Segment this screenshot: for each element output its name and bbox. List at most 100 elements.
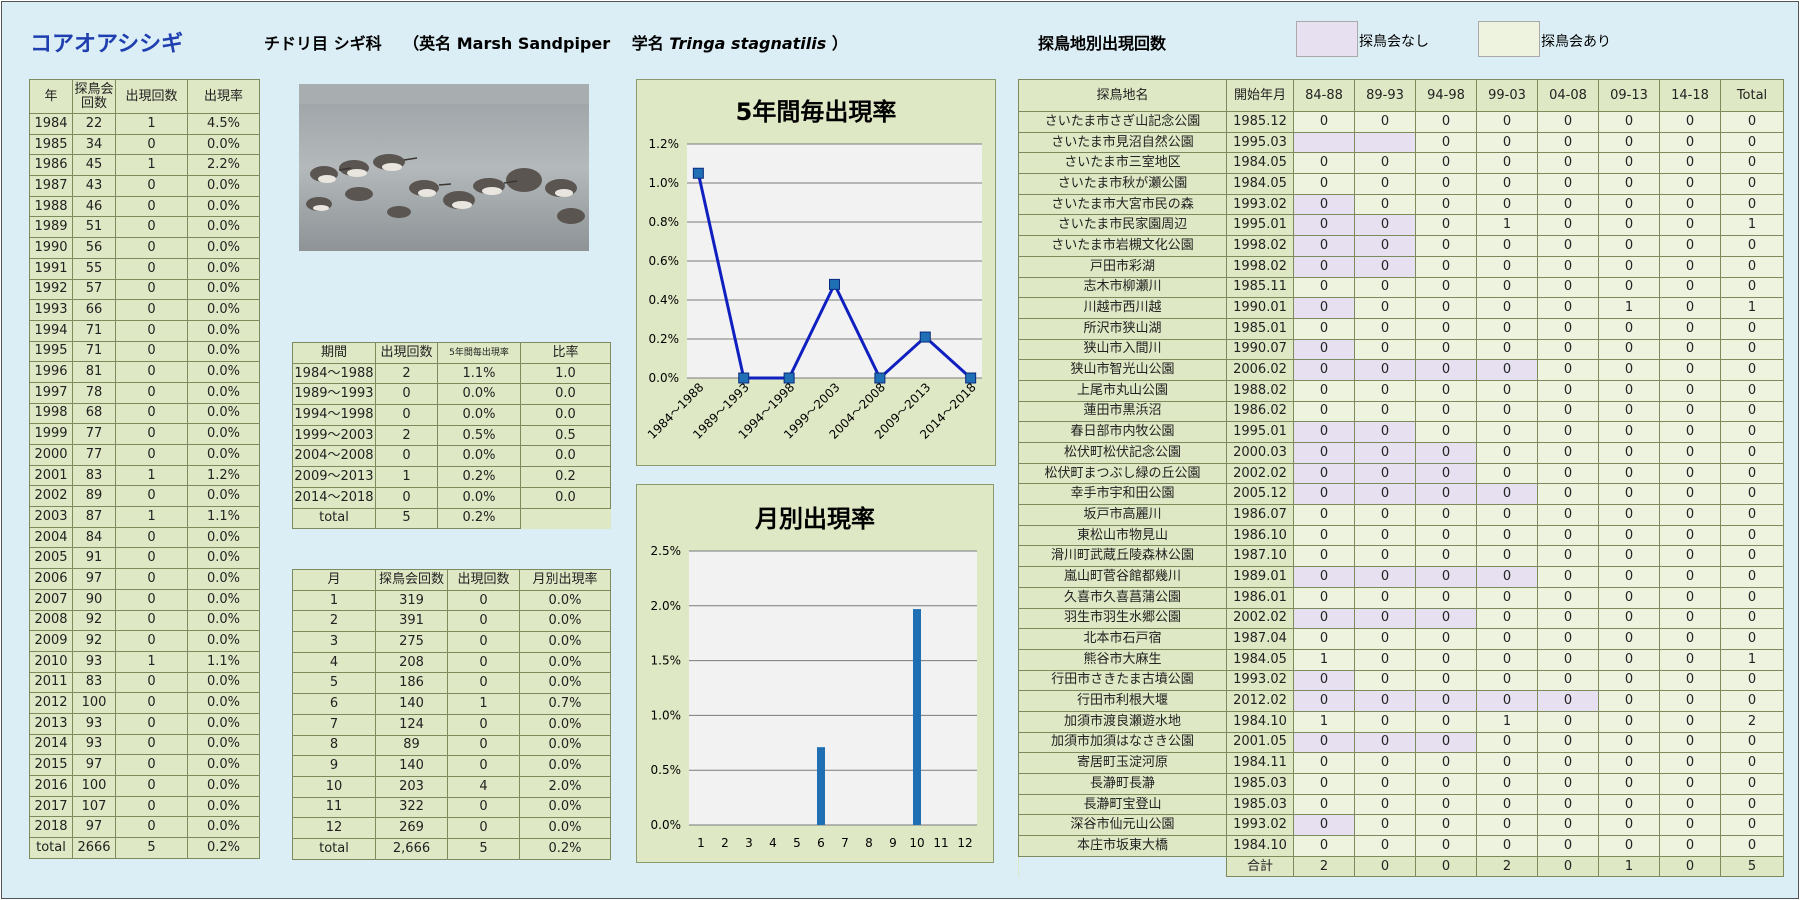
location-count: 0 [1476, 752, 1538, 774]
yearly-cell: 0.0% [187, 712, 260, 735]
yearly-cell: 0 [115, 423, 188, 445]
location-count: 0 [1598, 814, 1660, 837]
monthly-cell: 319 [375, 589, 448, 612]
yearly-cell: 66 [72, 299, 116, 321]
yearly-cell: 0.0% [187, 340, 260, 363]
legend-swatch-event [1478, 21, 1540, 57]
monthly-cell: 0.0% [519, 713, 611, 736]
location-count: 0 [1720, 131, 1784, 154]
location-count: 0 [1415, 648, 1477, 671]
yearly-cell: 57 [72, 278, 116, 301]
location-count: 0 [1659, 524, 1721, 547]
yearly-cell: 1999 [29, 423, 73, 445]
location-total-cell: 5 [1720, 855, 1784, 878]
location-count: 0 [1537, 793, 1599, 816]
yearly-cell: 1 [115, 506, 188, 528]
location-count: 0 [1598, 483, 1660, 506]
location-name: さいたま市大宮市民の森 [1018, 193, 1227, 216]
location-count: 0 [1293, 483, 1355, 506]
location-row: 上尾市丸山公園 1988.02 0 0 0 0 0 0 0 0 [1018, 379, 1784, 402]
yearly-cell: 0.0% [187, 754, 260, 776]
monthly-cell: total [292, 837, 376, 860]
yearly-cell: 46 [72, 195, 116, 218]
location-count: 0 [1537, 690, 1599, 712]
yearly-cell: 100 [72, 775, 116, 797]
yearly-cell: 0.0% [187, 775, 260, 797]
period-cell: 0.0% [437, 404, 521, 426]
location-row: 川越市西川越 1990.01 0 0 0 0 0 1 0 1 [1018, 297, 1784, 319]
location-count: 0 [1476, 628, 1538, 650]
yearly-cell: 0.0% [187, 733, 260, 756]
yearly-cell: 0 [115, 133, 188, 156]
location-count: 0 [1537, 814, 1599, 837]
yearly-cell: total [29, 837, 73, 859]
yearly-cell: 1.2% [187, 464, 260, 487]
location-count: 0 [1659, 628, 1721, 650]
yearly-row: 1985 34 0 0.0% [29, 133, 260, 156]
yearly-cell: 0 [115, 195, 188, 218]
period-cell: 0.2% [437, 466, 521, 488]
yearly-cell: 45 [72, 154, 116, 177]
location-count: 0 [1598, 793, 1660, 816]
monthly-cell: 0.0% [519, 734, 611, 757]
location-count: 0 [1354, 152, 1416, 175]
location-name: さいたま市秋が瀬公園 [1018, 173, 1227, 195]
y-tick-label: 1.0% [649, 176, 680, 190]
location-count: 1 [1293, 710, 1355, 733]
location-row: 加須市渡良瀬遊水地 1984.10 1 0 0 1 0 0 0 2 [1018, 710, 1784, 733]
location-count: 0 [1476, 773, 1538, 795]
location-count: 0 [1659, 483, 1721, 506]
y-tick-label: 2.0% [651, 599, 682, 613]
yearly-cell: 0 [115, 319, 188, 342]
period-row: 2009～2013 1 0.2% 0.2 [292, 466, 611, 488]
yearly-cell: 100 [72, 692, 116, 714]
order-family: チドリ目 シギ科 [264, 34, 382, 53]
location-name: 深谷市仙元山公園 [1018, 814, 1227, 837]
location-count: 0 [1598, 607, 1660, 630]
location-count: 0 [1537, 483, 1599, 506]
period-total-row: total 5 0.2% [292, 507, 611, 530]
monthly-row: 11 322 0 0.0% [292, 796, 611, 819]
location-header-cell: 84-88 [1293, 79, 1355, 112]
location-name: 狭山市入間川 [1018, 338, 1227, 361]
monthly-cell: 4 [447, 775, 520, 798]
location-count: 0 [1720, 442, 1784, 464]
location-count: 0 [1720, 814, 1784, 837]
location-start: 1986.10 [1226, 524, 1294, 547]
location-count: 0 [1720, 773, 1784, 795]
location-count: 0 [1598, 773, 1660, 795]
location-count: 0 [1476, 566, 1538, 588]
location-count: 0 [1598, 131, 1660, 154]
location-start: 1985.11 [1226, 276, 1294, 299]
location-name: さいたま市岩槻文化公園 [1018, 235, 1227, 257]
location-header-cell: 14-18 [1659, 79, 1721, 112]
location-count: 0 [1293, 524, 1355, 547]
location-count: 0 [1415, 152, 1477, 175]
location-row: 寄居町玉淀河原 1984.11 0 0 0 0 0 0 0 0 [1018, 752, 1784, 774]
location-count: 0 [1720, 276, 1784, 299]
monthly-cell: 0.0% [519, 651, 611, 674]
location-row: 蓮田市黒浜沼 1986.02 0 0 0 0 0 0 0 0 [1018, 400, 1784, 423]
location-count: 0 [1476, 793, 1538, 816]
yearly-cell: 5 [115, 837, 188, 859]
location-count: 0 [1415, 111, 1477, 133]
yearly-cell: 1 [115, 154, 188, 177]
english-name: （英名 Marsh Sandpiper [403, 34, 611, 53]
location-count: 0 [1659, 566, 1721, 588]
yearly-cell: 0 [115, 237, 188, 259]
yearly-cell: 0 [115, 754, 188, 776]
location-name: 坂戸市高麗川 [1018, 504, 1227, 526]
location-count: 0 [1537, 545, 1599, 568]
location-name: 長瀞町長瀞 [1018, 773, 1227, 795]
location-count: 0 [1598, 462, 1660, 485]
taxonomy-line: チドリ目 シギ科 （英名 Marsh Sandpiper 学名 Tringa s… [264, 30, 848, 54]
monthly-cell: 186 [375, 672, 448, 695]
location-count: 0 [1476, 235, 1538, 257]
location-count: 0 [1537, 835, 1599, 857]
yearly-cell: 1992 [29, 278, 73, 301]
location-count: 0 [1476, 193, 1538, 216]
monthly-cell: 2.0% [519, 775, 611, 798]
location-count: 0 [1293, 173, 1355, 195]
location-count: 0 [1354, 710, 1416, 733]
yearly-cell: 0 [115, 795, 188, 818]
